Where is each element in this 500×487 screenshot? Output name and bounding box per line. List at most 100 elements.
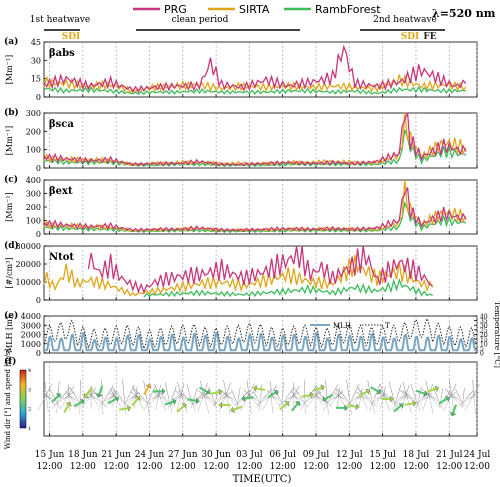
- x-axis-labels: 15 Jun 12:00 18 Jun 12:00 21 Jun 12:00 24 Jun 1…: [35, 450, 491, 472]
- clean-period-label: clean period: [172, 15, 229, 25]
- x-tick-date: 06 Jul: [269, 450, 296, 460]
- x-tick-time: 12:00: [270, 462, 296, 472]
- x-tick-time: 12:00: [236, 462, 262, 472]
- wind-arrow: [291, 403, 299, 412]
- wind-arrow: [187, 398, 197, 402]
- legend-ramb-label: RambForest: [315, 3, 381, 16]
- x-tick-time: 12:00: [403, 462, 429, 472]
- panel-e-ytick-label: 2000: [21, 331, 41, 340]
- panel-e-ytick-label: 4000: [21, 312, 41, 321]
- panel-d: (d)0100002000030000[#/cm³]Ntot: [4, 240, 478, 305]
- wind-streak: [325, 379, 328, 400]
- x-tick-date: 21 Jun: [101, 450, 131, 460]
- panels: (a)0153045[Mm⁻¹]βabs(b)0100200300[Mm⁻¹]β…: [4, 36, 500, 449]
- x-tick-date: 09 Jul: [303, 450, 330, 460]
- sdi2-label: SDI: [401, 32, 420, 42]
- wind-streak: [393, 398, 400, 404]
- x-tick-date: 18 Jul: [403, 450, 430, 460]
- legend-t-label: T: [385, 322, 390, 330]
- panel-b-ytick-label: 100: [26, 146, 41, 155]
- wind-streak: [259, 398, 261, 411]
- wind-streak: [260, 384, 263, 400]
- wind-streak: [425, 391, 436, 400]
- panel-d-ytick-label: 20000: [16, 260, 41, 269]
- wind-streak: [407, 398, 412, 413]
- wind-arrowhead: [218, 401, 222, 409]
- wind-streak: [186, 384, 192, 400]
- panel-a: (a) 0 15 30 45 [Mm⁻¹] βabs: [4, 36, 478, 102]
- x-tick-date: 24 Jul: [464, 450, 491, 460]
- wind-streak: [69, 387, 78, 400]
- panel-e-ytick-right-label: 40: [480, 314, 488, 321]
- panel-c-ylabel: [Mm⁻¹]: [5, 192, 14, 221]
- panel-b-ytick-label: 300: [26, 109, 41, 118]
- x-tick-time: 12:00: [103, 462, 129, 472]
- x-tick-date: 15 Jun: [35, 450, 65, 460]
- wind-arrowhead: [241, 395, 246, 402]
- panel-a-label: βabs: [49, 48, 75, 59]
- panel-e-ylabel-right: Temperature [°C]: [493, 301, 500, 368]
- wind-arrow: [210, 391, 220, 395]
- panel-d-ylabel: [#/cm³]: [5, 258, 14, 289]
- wind-streak: [249, 398, 252, 415]
- wind-streak: [122, 379, 125, 400]
- legend: PRG SIRTA RambForest: [133, 3, 381, 16]
- wind-streak: [358, 398, 361, 408]
- wind-arrow: [233, 405, 243, 411]
- wind-streak: [396, 384, 402, 400]
- x-tick-date: 12 Jul: [336, 450, 363, 460]
- panel-a-tag: (a): [4, 36, 18, 47]
- panel-b-tag: (b): [4, 107, 19, 118]
- wind-arrow: [370, 386, 380, 393]
- wind-streak: [253, 390, 258, 400]
- wind-streak: [385, 398, 390, 411]
- panel-c-ytick-label: 300: [26, 190, 41, 199]
- wind-streak: [46, 398, 49, 413]
- wind-arrow: [199, 386, 208, 393]
- panel-c-ytick-label: 0: [36, 230, 41, 239]
- panel-e-ytick-label: 0: [36, 349, 41, 358]
- panel-f-ylabel: Wind dir [°] and speed [m/s]: [4, 348, 12, 449]
- panel-e-ylabel: MLH [m]: [5, 316, 14, 353]
- heatwave1-label: 1st heatwave: [30, 15, 90, 25]
- panel-c-tag: (c): [4, 174, 18, 185]
- panel-a-ytick-label: 15: [31, 75, 41, 84]
- wind-streak: [329, 384, 339, 400]
- series-SIRTA-c: [43, 179, 467, 233]
- wind-streak: [102, 398, 104, 415]
- mlh-curve: [288, 333, 300, 352]
- wind-streak: [388, 381, 395, 400]
- panel-c: (c) 0 100 200 300 400 [Mm⁻¹] βext: [4, 174, 478, 239]
- wind-streak: [37, 398, 45, 411]
- x-tick-date: 21 Jul: [436, 450, 463, 460]
- wind-streak: [226, 398, 231, 415]
- legend-sirta-label: SIRTA: [239, 3, 270, 16]
- wind-streak: [455, 388, 461, 400]
- wind-streak: [362, 398, 368, 410]
- panel-c-label: βext: [49, 186, 73, 197]
- x-tick-time: 12:00: [464, 462, 490, 472]
- panel-a-ytick-label: 30: [31, 56, 41, 65]
- x-tick-date: 18 Jun: [68, 450, 98, 460]
- wind-arrowhead: [218, 388, 223, 396]
- panel-b: (b) 0 100 200 300 [Mm⁻¹] βsca: [4, 107, 478, 173]
- x-tick-time: 12:00: [303, 462, 329, 472]
- panel-b-ylabel: [Mm⁻¹]: [5, 126, 14, 155]
- mlh-curve: [254, 332, 267, 352]
- wind-streak: [410, 383, 417, 400]
- panel-f: (f)1234Wind dir [°] and speed [m/s]: [4, 348, 480, 449]
- wind-streak: [204, 398, 210, 414]
- wind-arrowhead: [252, 385, 257, 392]
- wind-streak: [231, 389, 236, 400]
- x-axis-title: TIME(UTC): [233, 474, 292, 485]
- fe-label: FE: [423, 32, 436, 42]
- wind-arrow: [107, 398, 117, 405]
- x-tick-time: 12:00: [170, 462, 196, 472]
- wind-arrow: [393, 404, 402, 413]
- x-tick-time: 12:00: [370, 462, 396, 472]
- sdi1-label: SDI: [62, 32, 81, 42]
- figure: PRG SIRTA RambForest λ=520 nm 1st heatwa…: [4, 3, 500, 485]
- wind-arrow: [51, 395, 59, 403]
- wind-streak: [473, 398, 476, 415]
- heatwave2-label: 2nd heatwave: [373, 15, 437, 25]
